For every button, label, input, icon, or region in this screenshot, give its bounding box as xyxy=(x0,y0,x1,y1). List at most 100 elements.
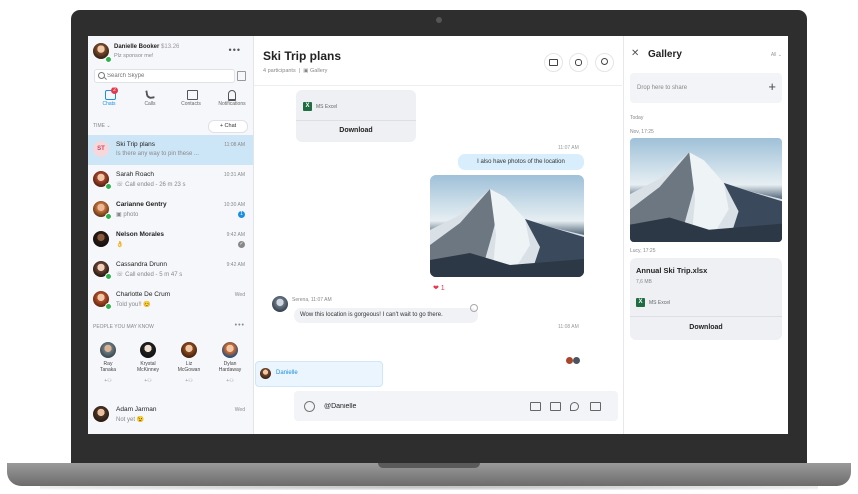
tab-chats[interactable]: 2 Chats xyxy=(90,87,128,112)
profile-mood: Plz sponsor me! xyxy=(114,53,154,59)
message-sender: Serena, 11:07 AM xyxy=(292,297,332,303)
search-input[interactable] xyxy=(107,70,222,82)
suggested-person-dylan[interactable]: Dylan Hardaway +⚇ xyxy=(213,342,247,384)
mountain-photo xyxy=(630,152,782,242)
gallery-filter-dropdown[interactable]: All ⌄ xyxy=(771,52,782,58)
mention-suggestion[interactable]: Danielle xyxy=(255,361,383,387)
gallery-icon: ▣ xyxy=(303,68,309,74)
avatar xyxy=(222,342,238,358)
tab-notifications-label: Notifications xyxy=(218,101,246,107)
chat-name: Sarah Roach xyxy=(116,171,154,178)
video-message-icon[interactable] xyxy=(590,402,601,411)
plus-icon[interactable]: + xyxy=(768,79,776,94)
add-reaction-icon[interactable] xyxy=(470,304,478,312)
heart-reaction[interactable]: ❤ 1 xyxy=(433,284,445,292)
gallery-section-label: Today xyxy=(630,115,644,121)
file-message[interactable]: X MS Excel Download xyxy=(296,90,416,142)
gallery-file[interactable]: Annual Ski Trip.xlsx 7,6 MB X MS Excel D… xyxy=(630,258,782,340)
chat-name: Cassandra Drunn xyxy=(116,261,167,268)
add-people-button[interactable] xyxy=(595,53,614,72)
chat-time: Wed xyxy=(234,292,245,298)
shared-photo[interactable] xyxy=(430,175,584,277)
suggested-person-krystal[interactable]: Krystal McKinney +⚇ xyxy=(131,342,165,384)
avatar xyxy=(260,368,271,379)
video-call-button[interactable] xyxy=(544,53,563,72)
avatar xyxy=(272,296,288,312)
chat-item-cassandra-drunn[interactable]: Cassandra Drunn 9:42 AM ☏ Call ended - 5… xyxy=(88,255,253,285)
avatar xyxy=(93,231,109,247)
add-contact-icon[interactable]: +⚇ xyxy=(91,378,125,384)
chat-preview: Told you!! 😊 xyxy=(116,302,151,308)
chat-item-adam-jarman[interactable]: Adam Jarman Wed Not yet 😉 xyxy=(88,400,253,430)
chat-item-nelson-morales[interactable]: Nelson Morales 9:42 AM 👌 ✓ xyxy=(88,225,253,255)
chat-time: 9:42 AM xyxy=(226,262,245,268)
call-ended-icon: ☏ xyxy=(116,272,126,278)
chat-preview: ☏ Call ended - 5 m 47 s xyxy=(116,271,182,278)
tab-contacts[interactable]: Contacts xyxy=(172,88,210,112)
outgoing-message[interactable]: I also have photos of the location xyxy=(458,154,584,170)
chat-list-header: TIME ⌄ + Chat xyxy=(88,120,253,133)
online-status-icon xyxy=(105,56,112,63)
avatar xyxy=(181,342,197,358)
skype-window: Danielle Booker $13.26 Plz sponsor me! •… xyxy=(88,36,788,434)
online-status-icon xyxy=(105,303,112,310)
drop-zone-text: Drop here to share xyxy=(637,85,688,91)
conversation-title[interactable]: Ski Trip plans xyxy=(263,49,341,63)
download-button[interactable]: Download xyxy=(296,127,416,134)
avatar xyxy=(93,406,109,422)
sort-dropdown[interactable]: TIME ⌄ xyxy=(93,123,111,129)
chat-name: Ski Trip plans xyxy=(116,141,156,148)
new-chat-button[interactable]: + Chat xyxy=(208,120,248,133)
audio-call-button[interactable] xyxy=(569,53,588,72)
drop-zone[interactable]: Drop here to share + xyxy=(630,73,782,103)
person-name: Krystal McKinney xyxy=(131,361,165,373)
chat-item-sarah-roach[interactable]: Sarah Roach 10:31 AM ☏ Call ended - 26 m… xyxy=(88,165,253,195)
file-type: MS Excel xyxy=(649,300,671,306)
chat-time: 10:30 AM xyxy=(223,202,245,208)
participants-count[interactable]: 4 participants xyxy=(263,68,296,74)
online-status-icon xyxy=(105,183,112,190)
profile-header[interactable]: Danielle Booker $13.26 Plz sponsor me! •… xyxy=(92,41,249,63)
unread-badge: 2 xyxy=(111,87,118,94)
mountain-photo xyxy=(430,189,584,277)
contact-card-icon[interactable] xyxy=(550,402,561,411)
phone-icon xyxy=(145,89,155,100)
online-status-icon xyxy=(105,273,112,280)
chat-preview-text: Call ended - 5 m 47 s xyxy=(125,272,183,278)
avatar xyxy=(140,342,156,358)
profile-name: Danielle Booker $13.26 xyxy=(114,44,179,50)
chat-item-carianne-gentry[interactable]: Carianne Gentry 10:30 AM ▣ photo 1 xyxy=(88,195,253,225)
close-icon[interactable]: ✕ xyxy=(631,48,639,59)
tab-notifications[interactable]: Notifications xyxy=(213,88,251,112)
more-options-icon[interactable]: ••• xyxy=(235,322,245,329)
message-timestamp: 11:07 AM xyxy=(558,145,579,151)
chat-item-ski-trip[interactable]: ST Ski Trip plans 11:08 AM Is there any … xyxy=(88,135,253,165)
gallery-icon[interactable] xyxy=(530,402,541,411)
incoming-message[interactable]: Wow this location is gorgeous! I can't w… xyxy=(294,308,478,323)
suggested-person-ray[interactable]: Ray Tanaka +⚇ xyxy=(91,342,125,384)
file-type: MS Excel xyxy=(316,104,338,110)
gallery-photo[interactable] xyxy=(630,138,782,242)
more-options-icon[interactable]: ••• xyxy=(229,45,241,55)
tab-calls[interactable]: Calls xyxy=(131,88,169,112)
download-bar: Download xyxy=(296,120,416,142)
dialpad-icon[interactable] xyxy=(237,71,246,81)
gallery-link[interactable]: Gallery xyxy=(310,68,327,74)
chat-item-charlotte-de-crum[interactable]: Charlotte De Crum Wed Told you!! 😊 xyxy=(88,285,253,315)
add-contact-icon[interactable]: +⚇ xyxy=(213,378,247,384)
search-box[interactable] xyxy=(94,69,235,83)
message-input[interactable] xyxy=(324,398,504,414)
chat-name: Adam Jarman xyxy=(116,406,157,413)
group-avatar: ST xyxy=(93,141,109,157)
add-contact-icon[interactable]: +⚇ xyxy=(131,378,165,384)
location-icon[interactable] xyxy=(570,402,579,411)
download-button[interactable]: Download xyxy=(630,324,782,331)
tab-calls-label: Calls xyxy=(144,101,156,107)
emoji-icon[interactable] xyxy=(304,401,315,412)
suggested-person-liz[interactable]: Liz McGowan +⚇ xyxy=(172,342,206,384)
gallery-item-date: Nov, 17:25 xyxy=(630,129,654,135)
message-composer[interactable] xyxy=(294,391,618,421)
add-contact-icon[interactable]: +⚇ xyxy=(172,378,206,384)
add-person-icon xyxy=(601,58,608,65)
person-name: Ray Tanaka xyxy=(91,361,125,373)
